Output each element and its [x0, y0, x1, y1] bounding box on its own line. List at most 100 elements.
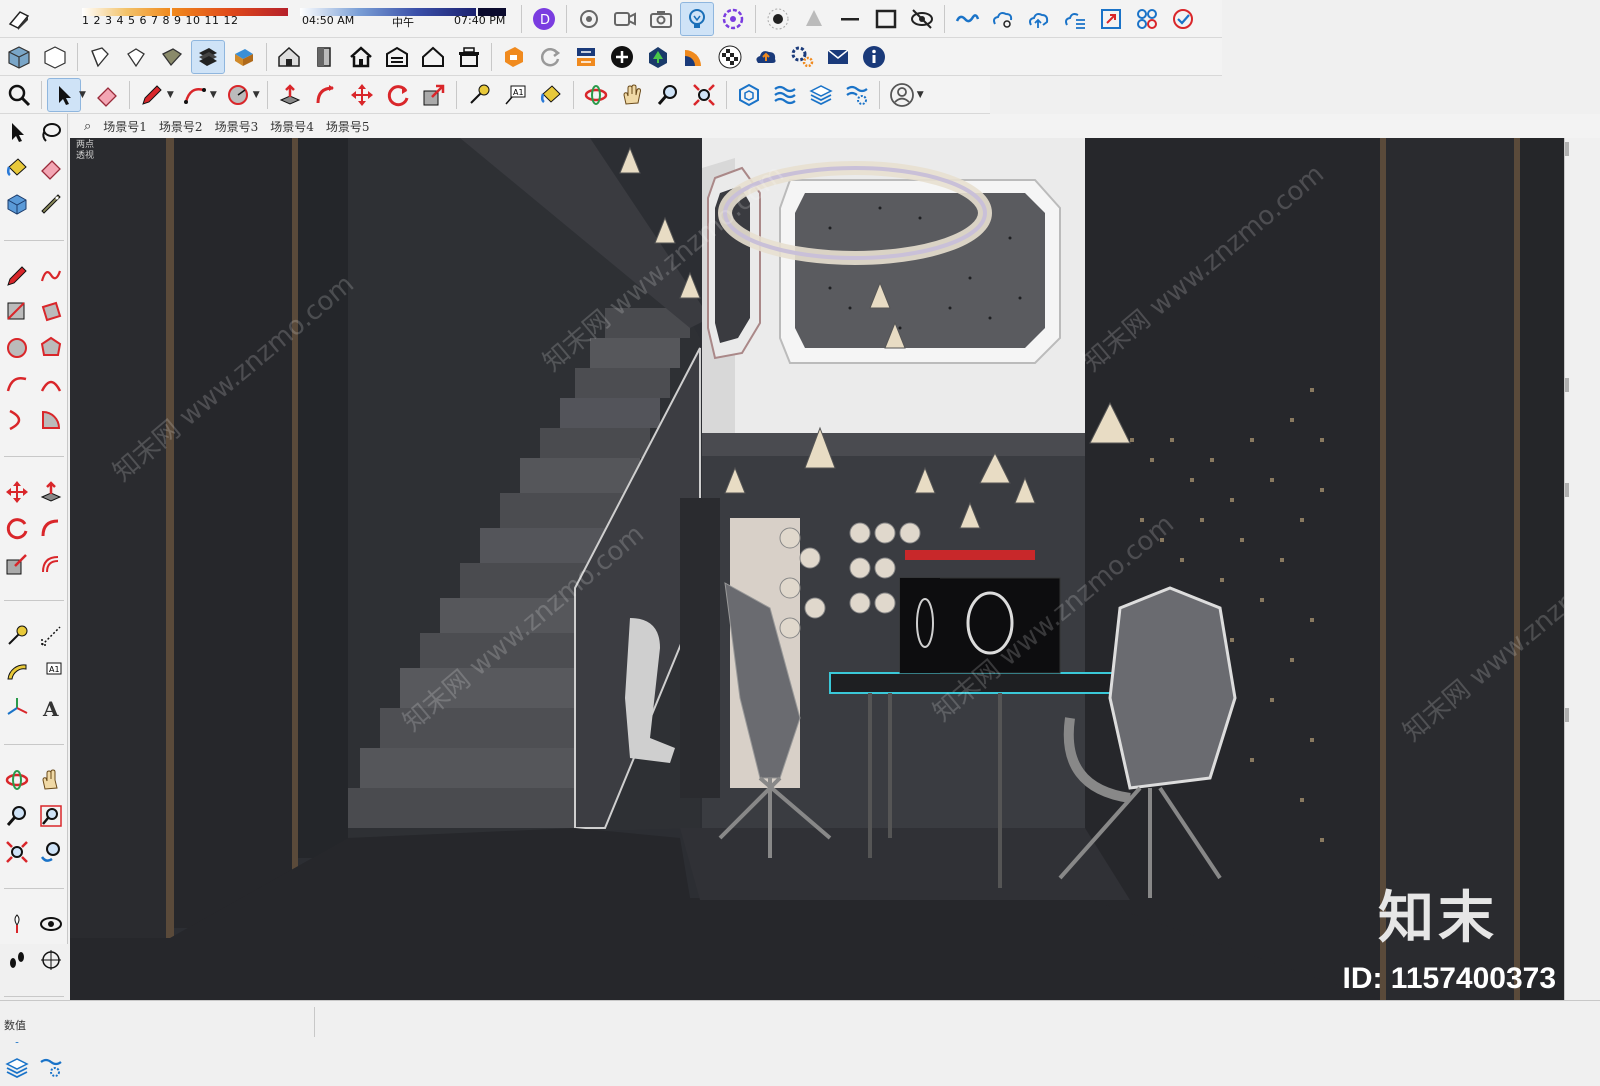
cloud-search-icon[interactable] — [986, 2, 1020, 36]
pan-icon[interactable] — [615, 78, 649, 112]
follow-me-icon[interactable] — [309, 78, 343, 112]
plugin-logo-icon[interactable]: D — [527, 2, 561, 36]
text-label-icon[interactable]: A1 — [34, 654, 68, 690]
scale-icon[interactable] — [417, 78, 451, 112]
camera-video-icon[interactable] — [608, 2, 642, 36]
walk-icon[interactable] — [0, 942, 34, 978]
lightbulb-icon[interactable] — [680, 1, 714, 36]
components-icon[interactable] — [1130, 2, 1164, 36]
cone-icon[interactable] — [797, 2, 831, 36]
gear-flower-icon[interactable] — [716, 2, 750, 36]
orbit-icon[interactable] — [579, 78, 613, 112]
offset-icon[interactable] — [34, 546, 68, 582]
resize-icon[interactable] — [1094, 2, 1128, 36]
cloud-upload-icon[interactable] — [1022, 2, 1056, 36]
cloud-link-icon[interactable] — [950, 2, 984, 36]
scene-tab-4[interactable]: 场景号4 — [270, 118, 314, 135]
rotate-icon[interactable] — [381, 78, 415, 112]
pencil-icon[interactable] — [0, 258, 34, 294]
extension-warehouse-icon[interactable] — [497, 40, 531, 74]
camera-photo-icon[interactable] — [644, 2, 678, 36]
house-3d-icon[interactable] — [272, 40, 306, 74]
eye-hidden-icon[interactable] — [905, 2, 939, 36]
two-point-arc-icon[interactable] — [34, 366, 68, 402]
info-icon[interactable] — [857, 40, 891, 74]
arc-icon[interactable] — [0, 366, 34, 402]
house-icon[interactable] — [344, 40, 378, 74]
lasso-select-icon[interactable] — [34, 114, 68, 150]
push-pull-icon[interactable] — [273, 78, 307, 112]
move-icon[interactable] — [0, 474, 34, 510]
follow-me-icon[interactable] — [34, 510, 68, 546]
search-icon[interactable]: ⌕ — [84, 119, 91, 134]
warehouse-icon[interactable] — [380, 40, 414, 74]
gears-icon[interactable] — [785, 40, 819, 74]
arc-icon[interactable] — [178, 78, 212, 112]
tape-measure-icon[interactable] — [462, 78, 496, 112]
freehand-icon[interactable] — [34, 258, 68, 294]
scale-icon[interactable] — [0, 546, 34, 582]
rotate-icon[interactable] — [0, 510, 34, 546]
shadow-settings[interactable]: 1 2 3 4 5 6 7 8 9 10 11 12 04:50 AM 中午 0… — [38, 2, 516, 36]
cloud-arrow-icon[interactable] — [749, 40, 783, 74]
make-component-icon[interactable] — [0, 186, 34, 222]
look-around-icon[interactable] — [34, 906, 68, 942]
layers-settings-icon[interactable] — [34, 1050, 68, 1086]
protractor-icon[interactable] — [0, 654, 34, 690]
chevron-down-icon[interactable]: ▼ — [917, 90, 924, 100]
paint-bucket-icon[interactable] — [0, 150, 34, 186]
orbit-camera-icon[interactable] — [572, 2, 606, 36]
refresh-icon[interactable] — [533, 40, 567, 74]
scene-tab-1[interactable]: 场景号1 — [103, 118, 147, 135]
scene-tab-5[interactable]: 场景号5 — [326, 118, 370, 135]
layers-icon[interactable] — [768, 78, 802, 112]
checker-sphere-icon[interactable] — [713, 40, 747, 74]
tag-icon[interactable] — [34, 186, 68, 222]
mail-icon[interactable] — [821, 40, 855, 74]
front-view-icon[interactable] — [83, 40, 117, 74]
eraser-icon[interactable] — [34, 150, 68, 186]
three-point-arc-icon[interactable] — [0, 402, 34, 438]
text-label-icon[interactable]: A1 — [498, 78, 532, 112]
rotated-rectangle-icon[interactable] — [34, 294, 68, 330]
back-view-icon[interactable] — [155, 40, 189, 74]
paint-bucket-icon[interactable] — [534, 78, 568, 112]
circle-icon[interactable] — [0, 330, 34, 366]
3d-text-icon[interactable]: A — [34, 690, 68, 726]
top-view-icon[interactable] — [38, 40, 72, 74]
house-outline-icon[interactable] — [416, 40, 450, 74]
line-icon[interactable] — [833, 2, 867, 36]
cloud-list-icon[interactable] — [1058, 2, 1092, 36]
pencil-icon[interactable] — [135, 78, 169, 112]
tape-measure-icon[interactable] — [0, 618, 34, 654]
tree-upload-icon[interactable] — [641, 40, 675, 74]
tray-tab[interactable] — [1565, 378, 1569, 392]
previous-view-icon[interactable] — [34, 834, 68, 870]
add-circle-icon[interactable] — [605, 40, 639, 74]
zoom-glass-icon[interactable] — [651, 78, 685, 112]
polygon-icon[interactable] — [34, 330, 68, 366]
pan-icon[interactable] — [34, 762, 68, 798]
orbit-icon[interactable] — [0, 762, 34, 798]
user-profile-icon[interactable] — [885, 78, 919, 112]
chart-fan-icon[interactable] — [677, 40, 711, 74]
zoom-extents-icon[interactable] — [687, 78, 721, 112]
rectangle-icon[interactable] — [869, 2, 903, 36]
bottom-view-icon[interactable] — [227, 40, 261, 74]
rectangle-tool-icon[interactable] — [0, 294, 34, 330]
door-icon[interactable] — [308, 40, 342, 74]
zoom-extents-icon[interactable] — [0, 834, 34, 870]
chevron-down-icon[interactable]: ▼ — [253, 90, 260, 100]
right-view-icon[interactable] — [119, 40, 153, 74]
shadow-toggle-icon[interactable] — [2, 2, 36, 36]
push-pull-icon[interactable] — [34, 474, 68, 510]
point-icon[interactable] — [761, 2, 795, 36]
scene-tab-3[interactable]: 场景号3 — [215, 118, 259, 135]
tray-tab[interactable] — [1565, 483, 1569, 497]
iso-view-icon[interactable] — [2, 40, 36, 74]
shop-icon[interactable] — [452, 40, 486, 74]
chevron-down-icon[interactable]: ▼ — [210, 90, 217, 100]
eraser-icon[interactable] — [90, 78, 124, 112]
section-plane-icon[interactable] — [34, 942, 68, 978]
position-camera-icon[interactable] — [0, 906, 34, 942]
